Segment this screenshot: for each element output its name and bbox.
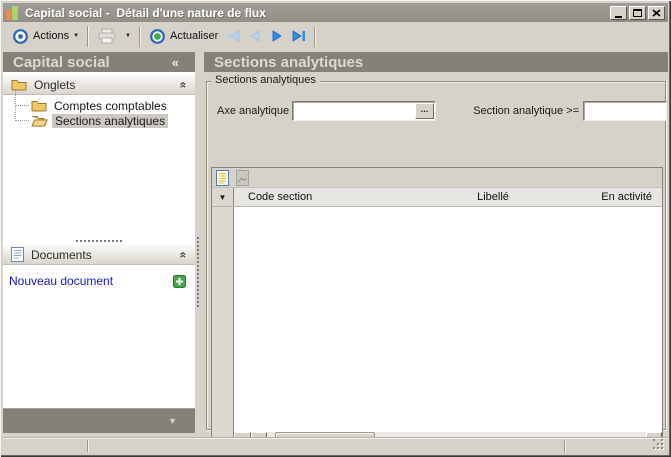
minimize-button[interactable] [610,6,627,20]
sidebar-horizontal-splitter[interactable] [3,238,195,244]
new-document-link[interactable]: Nouveau document [9,274,113,288]
documents-panel-label: Documents [31,248,92,262]
print-dropdown-button[interactable]: ▼ [121,31,135,41]
grid-toolbar [212,168,662,188]
nav-next-icon [271,30,283,42]
maximize-button[interactable] [629,6,646,20]
disabled-image-icon [236,170,249,186]
nav-last-icon [292,30,306,42]
print-dropdown-icon: ▼ [125,33,131,39]
toolbar-separator [314,26,316,47]
tree-item-comptes-comptables[interactable]: Comptes comptables [3,98,195,113]
closed-folder-icon [31,99,47,112]
resize-grip[interactable] [653,439,665,451]
grid-selector-dropdown-icon: ▼ [219,193,227,202]
sections-grid: ▼ Code section Libellé En activité + ◀ [211,167,663,452]
nav-next-button[interactable] [266,25,288,47]
toolbar-separator [139,26,141,47]
nav-first-button[interactable] [222,25,244,47]
toolbar-separator [87,26,89,47]
collapsed-panel-bar[interactable]: ▼ [3,408,195,433]
axe-analytique-combo: ... [292,101,436,121]
axe-analytique-lookup-button[interactable]: ... [415,103,434,119]
main-header: Sections analytiques [204,52,668,72]
main-toolbar: Actions ▼ ▼ Actualiser [3,22,668,50]
app-window: Capital social - Détail d'une nature de … [0,0,671,457]
status-bar [3,437,668,454]
onglets-panel-label: Onglets [34,78,75,92]
nav-last-button[interactable] [288,25,310,47]
app-icon[interactable] [6,6,19,20]
sidebar-collapse-icon[interactable]: « [172,55,185,70]
new-record-icon [216,170,229,186]
open-folder-icon [31,114,48,127]
section-analytique-input[interactable] [583,101,667,121]
column-header-libelle[interactable]: Libellé [432,188,554,206]
print-button[interactable] [93,26,121,46]
actions-dropdown-icon: ▼ [73,33,79,39]
tree-connector [15,105,29,106]
green-plus-icon [173,275,186,288]
tree-item-label: Sections analytiques [52,114,168,128]
close-icon [652,9,661,17]
app-icon-green-bar [12,6,18,20]
sections-analytiques-groupbox: Sections analytiques Axe analytique ... … [206,81,666,430]
actions-button[interactable]: Actions ▼ [8,26,83,47]
actions-bullseye-icon [12,28,29,45]
sidebar: Capital social « Onglets « Comptes compt… [3,52,195,433]
splitter-grip-dots [76,240,122,242]
nav-first-icon [226,30,240,42]
tree-connector [15,105,16,121]
onglets-panel-header[interactable]: Onglets « [3,75,195,95]
grid-body [212,207,662,432]
document-icon [11,247,24,262]
documents-collapse-icon[interactable]: « [177,251,191,258]
main-title: Sections analytiques [214,54,363,71]
actions-label: Actions [33,30,69,42]
grid-header-row: ▼ Code section Libellé En activité [212,188,662,207]
titlebar[interactable]: Capital social - Détail d'une nature de … [3,3,668,22]
printer-icon [97,28,117,44]
grid-indicator-column [212,207,234,432]
grid-rows-area [234,207,662,432]
tree-connector [15,120,29,121]
nav-previous-button[interactable] [244,25,266,47]
minimize-icon [615,16,622,18]
expand-down-icon: ▼ [168,416,177,426]
axe-analytique-label: Axe analytique [217,105,289,117]
status-pane-left [3,438,87,454]
grid-secondary-button[interactable] [236,170,249,186]
tree-connector [15,90,16,106]
folder-icon [11,78,27,91]
onglets-tree: Comptes comptables Sections analytiques [3,98,195,128]
onglets-collapse-icon[interactable]: « [177,81,191,88]
window-title: Capital social - Détail d'une nature de … [25,6,266,20]
refresh-icon [149,28,166,45]
sidebar-header: Capital social « [3,52,195,72]
grid-new-row-button[interactable] [216,170,229,186]
refresh-button[interactable]: Actualiser [145,26,222,47]
groupbox-label: Sections analytiques [211,74,320,86]
nav-previous-icon [249,30,261,42]
new-document-add-button[interactable] [173,275,186,288]
column-header-en-activite[interactable]: En activité [554,188,662,206]
status-pane-middle [89,438,564,454]
tree-item-sections-analytiques[interactable]: Sections analytiques [3,113,195,128]
sidebar-vertical-splitter[interactable] [197,237,199,307]
refresh-label: Actualiser [170,30,218,42]
grid-selector-cell[interactable]: ▼ [212,188,234,206]
maximize-icon [633,9,642,17]
tree-item-label: Comptes comptables [51,99,170,113]
main-content: Sections analytiques Sections analytique… [204,52,668,433]
section-analytique-label: Section analytique >= [461,105,579,117]
app-icon-orange-bar [6,10,11,20]
column-header-code-section[interactable]: Code section [234,188,432,206]
documents-panel-body: Nouveau document [3,267,195,288]
close-button[interactable] [648,6,665,20]
sidebar-title: Capital social [13,54,110,71]
documents-panel-header[interactable]: Documents « [3,245,195,265]
